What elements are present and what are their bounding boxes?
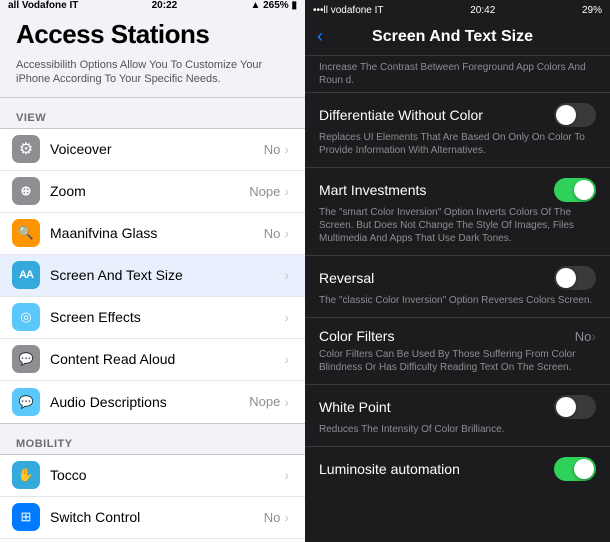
list-item-audio-descriptions[interactable]: 💬 Audio Descriptions Nope ›	[0, 381, 305, 423]
chevron-icon: ›	[284, 225, 289, 241]
increase-contrast-desc: Increase The Contrast Between Foreground…	[319, 61, 596, 87]
time-left: 20:22	[152, 0, 178, 11]
screen-text-label: Screen And Text Size	[50, 267, 284, 283]
tocco-icon: ✋	[12, 461, 40, 489]
right-row-increase-contrast: Increase The Contrast Between Foreground…	[305, 56, 610, 93]
differentiate-label: Differentiate Without Color	[319, 107, 483, 123]
luminosite-toggle[interactable]	[554, 457, 596, 481]
right-page-title: Screen And Text Size	[331, 28, 574, 46]
white-point-toggle[interactable]	[554, 395, 596, 419]
left-panel: all Vodafone IT 20:22 ▲ 265% ▮ Access St…	[0, 0, 305, 542]
audio-descriptions-label: Audio Descriptions	[50, 394, 249, 410]
right-row-white-point[interactable]: White Point Reduces The Intensity Of Col…	[305, 385, 610, 447]
voiceover-icon: ⚙	[12, 135, 40, 163]
right-row-color-filters[interactable]: Color Filters No › Color Filters Can Be …	[305, 318, 610, 385]
reversal-toggle[interactable]	[554, 266, 596, 290]
color-filters-desc: Color Filters Can Be Used By Those Suffe…	[319, 348, 596, 374]
audio-descriptions-icon: 💬	[12, 388, 40, 416]
voiceover-value: No	[264, 142, 281, 157]
list-item-zoom[interactable]: ⊕ Zoom Nope ›	[0, 171, 305, 213]
white-point-label: White Point	[319, 399, 391, 415]
back-button[interactable]: ‹	[317, 26, 323, 47]
right-row-reversal[interactable]: Reversal The "classic Color Inversion" O…	[305, 256, 610, 318]
content-read-aloud-label: Content Read Aloud	[50, 351, 284, 367]
chevron-icon: ›	[284, 309, 289, 325]
status-bar-left: all Vodafone IT 20:22 ▲ 265% ▮	[0, 0, 305, 11]
settings-group-view: ⚙ Voiceover No › ⊕ Zoom Nope › 🔍 Maanifv…	[0, 128, 305, 424]
right-row-mart-investments[interactable]: Mart Investments The "smart Color Invers…	[305, 168, 610, 256]
differentiate-desc: Replaces UI Elements That Are Based On O…	[319, 131, 596, 157]
screen-text-icon: AA	[12, 261, 40, 289]
voiceover-label: Voiceover	[50, 141, 264, 157]
list-item-content-read-aloud[interactable]: 💬 Content Read Aloud ›	[0, 339, 305, 381]
right-row-differentiate[interactable]: Differentiate Without Color Replaces UI …	[305, 93, 610, 168]
mart-investments-toggle[interactable]	[554, 178, 596, 202]
color-filters-label: Color Filters	[319, 328, 394, 344]
color-filters-value: No	[575, 329, 592, 344]
page-title-left: Access Stations	[0, 11, 305, 54]
list-item-voiceover[interactable]: ⚙ Voiceover No ›	[0, 129, 305, 171]
screen-effects-icon: ◎	[12, 303, 40, 331]
list-item-magnifying-glass[interactable]: 🔍 Maanifvina Glass No ›	[0, 213, 305, 255]
section-header-view: VIEW	[0, 98, 305, 128]
reversal-desc: The "classic Color Inversion" Option Rev…	[319, 294, 596, 307]
switch-control-label: Switch Control	[50, 509, 264, 525]
list-item-switch-control[interactable]: ⊞ Switch Control No ›	[0, 497, 305, 539]
reversal-label: Reversal	[319, 270, 374, 286]
zoom-label: Zoom	[50, 183, 249, 199]
chevron-icon: ›	[284, 509, 289, 525]
chevron-icon: ›	[284, 467, 289, 483]
right-nav-header: ‹ Screen And Text Size	[305, 20, 610, 56]
list-item-screen-text-size[interactable]: AA Screen And Text Size ›	[0, 255, 305, 297]
magnifying-glass-icon: 🔍	[12, 219, 40, 247]
content-read-aloud-icon: 💬	[12, 345, 40, 373]
zoom-value: Nope	[249, 184, 280, 199]
luminosite-label: Luminosite automation	[319, 461, 460, 477]
right-panel: •••ll vodafone IT 20:42 29% ‹ Screen And…	[305, 0, 610, 542]
differentiate-toggle[interactable]	[554, 103, 596, 127]
switch-control-value: No	[264, 510, 281, 525]
status-bar-right: •••ll vodafone IT 20:42 29%	[305, 0, 610, 20]
list-item-tocco[interactable]: ✋ Tocco ›	[0, 455, 305, 497]
chevron-icon: ›	[284, 394, 289, 410]
magnifying-glass-value: No	[264, 226, 281, 241]
carrier-right: •••ll vodafone IT	[313, 5, 384, 16]
settings-group-mobility: ✋ Tocco › ⊞ Switch Control No › 💬 Voice …	[0, 454, 305, 542]
chevron-icon: ›	[284, 141, 289, 157]
right-row-luminosite[interactable]: Luminosite automation	[305, 447, 610, 495]
chevron-icon: ›	[284, 351, 289, 367]
magnifying-glass-label: Maanifvina Glass	[50, 225, 264, 241]
page-subtitle-left: Accessibilith Options Allow You To Custo…	[0, 54, 305, 98]
list-item-screen-effects[interactable]: ◎ Screen Effects ›	[0, 297, 305, 339]
zoom-icon: ⊕	[12, 177, 40, 205]
audio-descriptions-value: Nope	[249, 394, 280, 409]
battery-left: ▲ 265% ▮	[250, 0, 297, 11]
switch-control-icon: ⊞	[12, 503, 40, 531]
chevron-icon: ›	[284, 183, 289, 199]
mart-investments-label: Mart Investments	[319, 182, 426, 198]
list-item-voice-control[interactable]: 💬 Voice Control No ›	[0, 539, 305, 542]
chevron-icon: ›	[284, 267, 289, 283]
section-header-mobility: MOBILITY	[0, 424, 305, 454]
mart-investments-desc: The "smart Color Inversion" Option Inver…	[319, 206, 596, 245]
white-point-desc: Reduces The Intensity Of Color Brillianc…	[319, 423, 596, 436]
battery-right: 29%	[582, 5, 602, 16]
tocco-label: Tocco	[50, 467, 284, 483]
chevron-icon: ›	[591, 328, 596, 344]
carrier-left: all Vodafone IT	[8, 0, 78, 11]
time-right: 20:42	[470, 5, 495, 16]
screen-effects-label: Screen Effects	[50, 309, 284, 325]
right-content: Increase The Contrast Between Foreground…	[305, 56, 610, 542]
